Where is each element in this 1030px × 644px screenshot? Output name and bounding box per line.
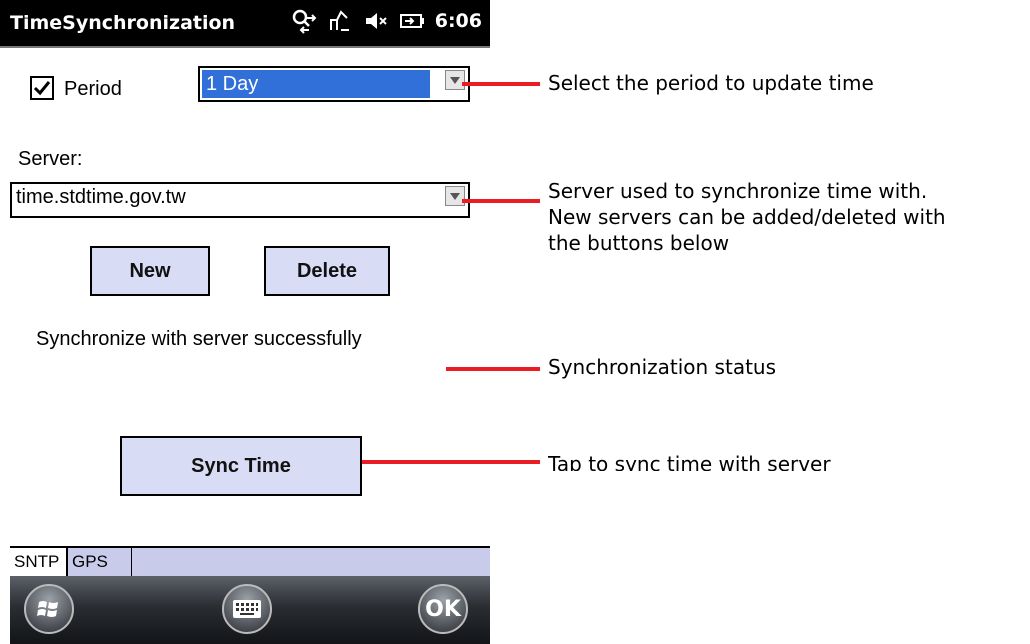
delete-server-button[interactable]: Delete (264, 246, 390, 296)
sync-time-button[interactable]: Sync Time (120, 436, 362, 496)
new-server-button[interactable]: New (90, 246, 210, 296)
tab-sntp[interactable]: SNTP (10, 548, 68, 576)
keyboard-icon (233, 600, 261, 618)
battery-icon[interactable] (399, 8, 425, 34)
volume-muted-icon[interactable] (363, 8, 389, 34)
window-title: TimeSynchronization (10, 12, 236, 34)
server-selected-value: time.stdtime.gov.tw (16, 186, 186, 208)
callout-line-status (446, 367, 540, 371)
callout-server-line3: the buttons below (548, 231, 730, 255)
windows-logo-icon (37, 601, 58, 617)
title-bar: TimeSynchronization 6:06 (0, 0, 490, 48)
chevron-down-icon[interactable] (445, 186, 465, 206)
connection-icon[interactable] (291, 8, 317, 34)
checkmark-icon (33, 81, 51, 96)
period-label: Period (64, 78, 122, 100)
period-selected-value: 1 Day (202, 70, 430, 98)
callout-server-line2: New servers can be added/deleted with (548, 205, 946, 229)
callout-line-period (462, 82, 540, 86)
period-select[interactable]: 1 Day (198, 66, 470, 102)
device-screen: TimeSynchronization 6:06 Period 1 Day Se… (0, 0, 490, 644)
ok-button[interactable]: OK (418, 584, 468, 634)
tab-bar: SNTP GPS (10, 546, 490, 576)
bottom-bar: OK (10, 576, 490, 644)
chevron-down-icon[interactable] (445, 70, 465, 90)
server-select[interactable]: time.stdtime.gov.tw (10, 182, 470, 218)
callout-server-line1: Server used to synchronize time with. (548, 179, 928, 203)
server-label: Server: (18, 148, 83, 170)
callout-sync: Tap to sync time with server (548, 452, 831, 471)
start-button[interactable] (24, 584, 74, 634)
period-checkbox[interactable] (30, 76, 54, 100)
callout-status: Synchronization status (548, 355, 777, 379)
callout-period: Select the period to update time (548, 71, 874, 95)
sntp-panel: Period 1 Day Server: time.stdtime.gov.tw… (10, 48, 490, 546)
clock: 6:06 (434, 10, 482, 32)
callout-line-server (462, 199, 540, 203)
tab-gps[interactable]: GPS (68, 548, 132, 576)
status-area: 6:06 (291, 8, 482, 34)
signal-icon[interactable] (327, 8, 353, 34)
callout-line-sync (362, 460, 540, 464)
keyboard-button[interactable] (222, 584, 272, 634)
sync-status-text: Synchronize with server successfully (36, 328, 362, 350)
